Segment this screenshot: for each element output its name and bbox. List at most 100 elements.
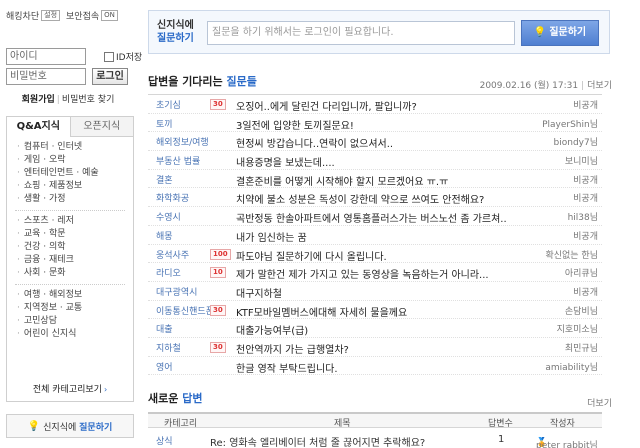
question-category[interactable]: 지하철	[156, 341, 181, 354]
link-separator: |	[56, 95, 60, 105]
waiting-meta: 2009.02.16 (월) 17:31 | 더보기	[480, 78, 612, 91]
waiting-more-link[interactable]: 더보기	[587, 81, 612, 91]
header-title: 제목	[334, 419, 351, 429]
question-title[interactable]: 제가 말한건 제가 가지고 있는 동영상을 녹음하는거 아니라...	[236, 266, 524, 281]
question-title[interactable]: 파도야님 질문하기에 다시 올립니다.	[236, 248, 524, 263]
question-row[interactable]: 부동산 법률 내용증명을 보냈는데.... 보니미님	[148, 151, 602, 170]
question-category[interactable]: 대출	[156, 322, 173, 335]
hacking-block-label: 해킹차단	[6, 11, 40, 22]
category-item[interactable]: 어린이 신지식	[17, 328, 133, 341]
ask-side-action: 질문하기	[79, 422, 113, 433]
question-title[interactable]: 내용증명을 보냈는데....	[236, 154, 524, 169]
category-item[interactable]: 금융 · 재테크	[17, 254, 133, 267]
header-answer-count: 답변수	[488, 419, 513, 429]
question-title[interactable]: 치약에 불소 성분은 독성이 강한데 약으로 쓰여도 안전해요?	[236, 191, 524, 206]
ask-bar-title: 신지식에 질문하기	[157, 19, 194, 45]
question-row[interactable]: 대구광역시 대구지하철 비공개	[148, 282, 602, 301]
question-title[interactable]: 곡반정동 한솔아파트에서 영통홈플러스가는 버스노선 좀 가르쳐..	[236, 210, 524, 225]
question-title[interactable]: 천안역까지 가는 급행열차?	[236, 341, 524, 356]
question-author: 보니미님	[564, 157, 598, 168]
question-row[interactable]: 토끼 3일전에 입양한 토끼질문요! PlayerShin님	[148, 114, 602, 133]
ask-question-button[interactable]: 💡 질문하기	[521, 20, 599, 46]
new-answers-more-link[interactable]: 더보기	[587, 396, 612, 409]
question-title[interactable]: 오징어..에게 달린건 다리입니까, 팔입니까?	[236, 98, 524, 113]
chevron-right-icon: ›	[103, 385, 108, 394]
category-item[interactable]: 교육 · 학문	[17, 228, 133, 241]
question-category[interactable]: 화학화공	[156, 191, 189, 204]
find-password-link[interactable]: 비밀번호 찾기	[62, 95, 115, 105]
question-row[interactable]: 지하철 30 천안역까지 가는 급행열차? 최민규님	[148, 338, 602, 357]
answer-title[interactable]: Re: 영화속 엘리베이터 처럼 줄 끊어지면 추락해요?	[210, 434, 425, 448]
tab-qa-knowledge[interactable]: Q&A지식	[7, 117, 71, 137]
question-category[interactable]: 초기심	[156, 98, 181, 111]
question-row[interactable]: 라디오 10 제가 말한건 제가 가지고 있는 동영상을 녹음하는거 아니라... 아…	[148, 263, 602, 282]
answer-category[interactable]: 상식	[156, 434, 173, 447]
question-category[interactable]: 수영시	[156, 210, 181, 223]
login-button[interactable]: 로그인	[92, 68, 128, 85]
question-category[interactable]: 웅석사주	[156, 248, 189, 261]
category-item[interactable]: 엔터테인먼트 · 예술	[17, 167, 133, 180]
question-category[interactable]: 토끼	[156, 117, 173, 130]
category-item[interactable]: 스포츠 · 레저	[17, 215, 133, 228]
lightbulb-icon: 💡	[533, 27, 547, 38]
question-category[interactable]: 부동산 법률	[156, 154, 200, 167]
question-row[interactable]: 수영시 곡반정동 한솔아파트에서 영통홈플러스가는 버스노선 좀 가르쳐.. hil…	[148, 207, 602, 226]
points-badge: 10	[210, 267, 226, 279]
question-title[interactable]: 대구지하철	[236, 285, 524, 300]
id-input[interactable]: 아이디	[6, 48, 86, 65]
category-item[interactable]: 지역정보 · 교통	[17, 302, 133, 315]
question-author: 비공개	[573, 175, 598, 186]
question-title[interactable]: 3일전에 입양한 토끼질문요!	[236, 117, 524, 132]
category-item[interactable]: 고민상담	[17, 315, 133, 328]
password-input[interactable]: 비밀번호	[6, 68, 86, 85]
question-row[interactable]: 해외정보/여행 현정씨 방갑습니다..연락이 없으셔서.. biondy7님	[148, 132, 602, 152]
category-item[interactable]: 건강 · 의학	[17, 241, 133, 254]
question-row[interactable]: 웅석사주 100 파도야님 질문하기에 다시 올립니다. 확신없는 한님	[148, 245, 602, 264]
question-title[interactable]: 현정씨 방갑습니다..연락이 없으셔서..	[236, 135, 524, 150]
question-row[interactable]: 화학화공 치약에 불소 성분은 독성이 강한데 약으로 쓰여도 안전해요? 비공개	[148, 188, 602, 208]
all-categories-link[interactable]: 전체 카테고리보기 ›	[7, 382, 133, 395]
join-link[interactable]: 회원가입	[22, 95, 55, 105]
question-row[interactable]: 대출 대출가능여부(급) 지호미소님	[148, 319, 602, 338]
question-category[interactable]: 라디오	[156, 266, 181, 279]
question-row[interactable]: 이동통신핸드폰 30 KTF모바일멤버스에대해 자세히 물을께요 손담비님	[148, 301, 602, 320]
question-title[interactable]: 결혼준비를 어떻게 시작해야 할지 모르겠어요 ㅠ.ㅠ	[236, 173, 524, 188]
header-author: 작성자	[550, 419, 575, 429]
waiting-questions-title: 답변을 기다리는 질문들	[148, 73, 257, 89]
question-author: 비공개	[573, 231, 598, 242]
question-category[interactable]: 영어	[156, 360, 173, 373]
save-id-option[interactable]: ID저장	[104, 50, 142, 63]
tab-open-knowledge[interactable]: 오픈지식	[70, 117, 133, 137]
question-row[interactable]: 초기심 30 오징어..에게 달린건 다리입니까, 팔입니까? 비공개	[148, 95, 602, 114]
question-category[interactable]: 해외정보/여행	[156, 135, 209, 148]
category-item[interactable]: 쇼핑 · 제품정보	[17, 180, 133, 193]
question-author: 확신없는 한님	[545, 250, 598, 261]
question-title[interactable]: 내가 임신하는 꿈	[236, 229, 524, 244]
header-category: 카테고리	[164, 419, 198, 429]
category-item[interactable]: 사회 · 문화	[17, 267, 133, 280]
save-id-checkbox[interactable]	[104, 51, 114, 62]
question-category[interactable]: 결혼	[156, 173, 173, 186]
question-row[interactable]: 영어 한글 영작 부탁드립니다. amiability님	[148, 357, 602, 376]
ask-question-side-button[interactable]: 💡 신지식에 질문하기	[6, 414, 134, 438]
category-item[interactable]: 게임 · 오락	[17, 154, 133, 167]
question-title[interactable]: 대출가능여부(급)	[236, 322, 524, 337]
question-category[interactable]: 대구광역시	[156, 285, 197, 298]
current-datetime: 2009.02.16 (월) 17:31	[479, 81, 579, 91]
answer-author-name: peter rabbit님	[536, 441, 598, 448]
waiting-questions-list: 초기심 30 오징어..에게 달린건 다리입니까, 팔입니까? 비공개 토끼 3일전에 입…	[148, 94, 602, 376]
question-category[interactable]: 해몽	[156, 229, 173, 242]
hacking-block-setting-button[interactable]: 설정	[41, 9, 61, 21]
category-item[interactable]: 컴퓨터 · 인터넷	[17, 141, 133, 154]
question-title[interactable]: 한글 영작 부탁드립니다.	[236, 360, 524, 375]
points-badge: 30	[210, 304, 226, 316]
question-category[interactable]: 이동통신핸드폰	[156, 304, 214, 317]
category-item[interactable]: 생활 · 가정	[17, 193, 133, 206]
question-row[interactable]: 해몽 내가 임신하는 꿈 비공개	[148, 226, 602, 245]
security-login-toggle[interactable]: ON	[101, 9, 118, 21]
question-row[interactable]: 결혼 결혼준비를 어떻게 시작해야 할지 모르겠어요 ㅠ.ㅠ 비공개	[148, 170, 602, 189]
question-input[interactable]: 질문을 하기 위해서는 로그인이 필요합니다.	[207, 21, 515, 45]
category-item[interactable]: 여행 · 해외정보	[17, 289, 133, 302]
table-row[interactable]: 상식 Re: 영화속 엘리베이터 처럼 줄 끊어지면 추락해요? 1 🏅 pete…	[148, 430, 602, 448]
question-title[interactable]: KTF모바일멤버스에대해 자세히 물을께요	[236, 304, 524, 319]
